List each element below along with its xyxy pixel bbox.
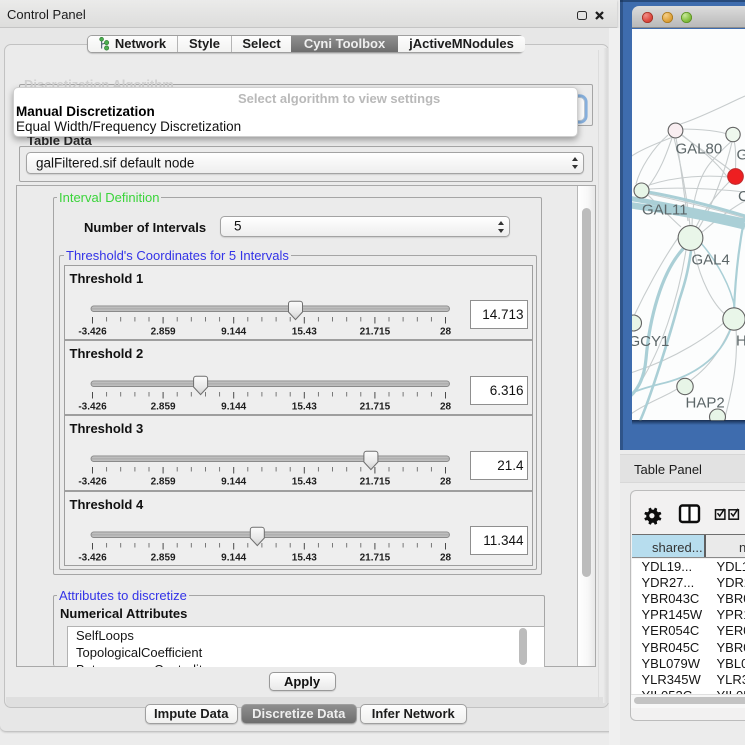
svg-text:21.715: 21.715	[359, 477, 390, 488]
svg-text:15.43: 15.43	[291, 326, 316, 337]
svg-text:9.144: 9.144	[221, 402, 246, 413]
svg-text:9.144: 9.144	[221, 326, 246, 337]
svg-text:9.144: 9.144	[221, 552, 246, 563]
svg-text:28: 28	[439, 326, 451, 337]
svg-text:GCY1: GCY1	[632, 333, 669, 350]
svg-text:GAL11: GAL11	[642, 201, 688, 218]
svg-text:9.144: 9.144	[221, 477, 246, 488]
svg-text:GAL4: GAL4	[692, 251, 730, 268]
svg-text:21.715: 21.715	[359, 326, 390, 337]
svg-text:2.859: 2.859	[150, 326, 175, 337]
svg-text:28: 28	[439, 402, 451, 413]
svg-text:15.43: 15.43	[291, 402, 316, 413]
svg-text:15.43: 15.43	[291, 477, 316, 488]
svg-text:2.859: 2.859	[150, 552, 175, 563]
svg-text:2.859: 2.859	[150, 402, 175, 413]
svg-text:28: 28	[439, 477, 451, 488]
svg-text:15.43: 15.43	[291, 552, 316, 563]
svg-text:HAP2: HAP2	[686, 394, 725, 411]
svg-text:-3.426: -3.426	[78, 477, 107, 488]
svg-text:2.859: 2.859	[150, 477, 175, 488]
svg-text:21.715: 21.715	[359, 552, 390, 563]
svg-text:HIS: HIS	[736, 332, 745, 349]
svg-text:-3.426: -3.426	[78, 552, 107, 563]
svg-text:-3.426: -3.426	[78, 402, 107, 413]
svg-text:21.715: 21.715	[359, 402, 390, 413]
svg-text:GAL80: GAL80	[676, 140, 723, 157]
svg-text:CYC: CYC	[738, 188, 745, 205]
svg-text:-3.426: -3.426	[78, 326, 107, 337]
svg-text:GAL1: GAL1	[737, 146, 745, 163]
svg-text:28: 28	[439, 552, 451, 563]
